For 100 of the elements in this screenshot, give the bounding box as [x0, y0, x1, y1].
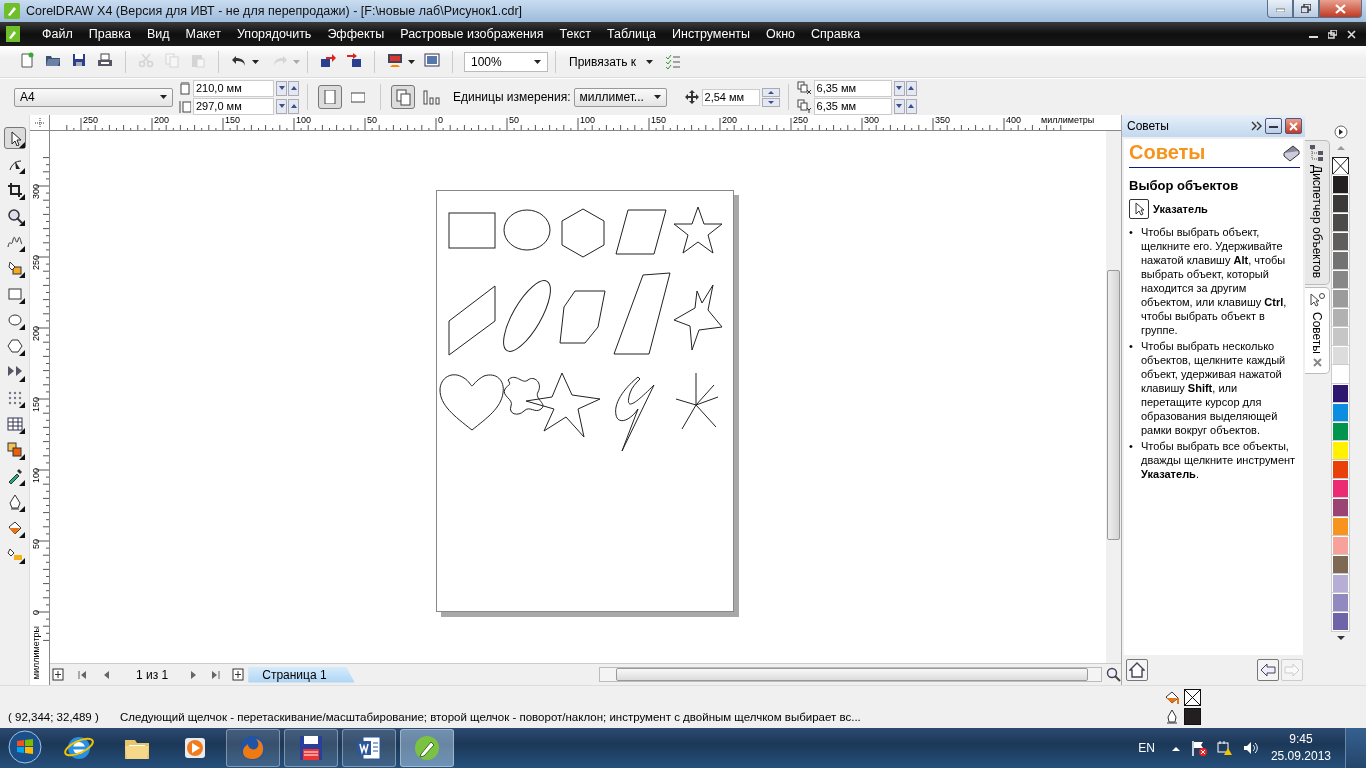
menu-item[interactable]: Инструменты — [664, 27, 758, 41]
page-counter: 1 из 1 — [136, 667, 169, 682]
network-warning-icon[interactable] — [1216, 740, 1233, 756]
show-desktop-button[interactable] — [1345, 728, 1366, 768]
outline-color-swatch-icon[interactable] — [1184, 708, 1201, 725]
menu-item[interactable]: Макет — [177, 27, 229, 41]
duplicate-x-icon — [796, 81, 812, 95]
landscape-page-icon — [351, 91, 365, 103]
clock[interactable]: 9:45 25.09.2013 — [1270, 731, 1331, 765]
ruler-origin[interactable] — [30, 115, 50, 131]
docker-tab[interactable]: Диспетчер объектов — [1305, 140, 1330, 286]
menu-item[interactable]: Файл — [34, 27, 81, 41]
picture-frame-icon[interactable] — [424, 52, 440, 68]
taskbar-button[interactable] — [342, 729, 396, 767]
gradient-fill-icon — [6, 546, 23, 562]
show-hidden-icons-icon[interactable] — [1170, 744, 1181, 752]
language-indicator[interactable]: EN — [1138, 741, 1155, 755]
window-title: CorelDRAW X4 (Версия для ИВТ - не для перепродажи) - [F:\новые лаб\Рисунок1.cdr] — [26, 4, 524, 18]
app-logo-icon — [4, 3, 20, 19]
first-page-icon[interactable] — [78, 669, 87, 680]
page-tab[interactable]: Страница 1 — [248, 666, 355, 683]
menu-item[interactable]: Текст — [551, 27, 600, 41]
docker-tab[interactable]: Советы — [1305, 287, 1330, 375]
menu-item[interactable]: Растровые изображения — [392, 27, 552, 41]
height-field[interactable]: 297,0 мм — [193, 97, 274, 115]
snap-to-button[interactable]: Привязать к — [567, 54, 655, 69]
duplicate-y-field[interactable]: 6,35 мм — [813, 97, 892, 115]
zoom-icon[interactable] — [1106, 667, 1121, 682]
menu-item[interactable]: Эффекты — [319, 27, 393, 41]
home-icon — [1129, 662, 1145, 678]
spin-down-icon — [277, 102, 286, 110]
minimize-button[interactable] — [1265, 118, 1282, 134]
units-dropdown[interactable]: миллимет... — [573, 87, 667, 107]
options-checklist-icon[interactable] — [665, 53, 681, 70]
book-icon[interactable] — [1282, 143, 1300, 162]
stacked-pages-icon — [395, 88, 411, 106]
back-button[interactable] — [1257, 659, 1279, 681]
taskbar-button[interactable] — [284, 729, 338, 767]
home-button[interactable] — [1126, 659, 1148, 681]
spinner-control[interactable] — [893, 80, 917, 96]
volume-icon[interactable] — [1242, 740, 1259, 756]
import-icon[interactable] — [320, 52, 336, 68]
vertical-scrollbar[interactable] — [1106, 131, 1121, 663]
menu-item[interactable]: Правка — [80, 27, 139, 41]
ruler-label: 200 — [31, 326, 41, 342]
document-logo-icon — [6, 26, 20, 42]
add-page-icon[interactable] — [232, 668, 245, 681]
new-document-icon[interactable] — [19, 52, 35, 68]
section-heading: Выбор объектов — [1129, 178, 1240, 193]
export-icon[interactable] — [346, 52, 362, 68]
next-page-icon[interactable] — [190, 669, 198, 680]
menu-item[interactable]: Упорядочить — [229, 27, 320, 41]
width-field[interactable]: 210,0 мм — [193, 79, 274, 97]
menu-item[interactable]: Вид — [138, 27, 178, 41]
monitor-icon[interactable] — [387, 52, 403, 68]
close-button[interactable] — [1319, 0, 1362, 18]
menu-item[interactable]: Справка — [803, 27, 869, 41]
docker-title: Советы — [1127, 119, 1170, 133]
caret-icon — [408, 59, 415, 64]
page-size-dropdown[interactable]: A4 — [14, 87, 173, 107]
spinner-control[interactable] — [893, 98, 917, 114]
spinner-control[interactable] — [276, 80, 299, 96]
previous-page-icon[interactable] — [103, 669, 110, 680]
nudge-field[interactable]: 2,54 мм — [701, 88, 760, 106]
eyedropper-icon — [6, 468, 23, 484]
color-swatch[interactable] — [1332, 612, 1349, 631]
menu-item[interactable]: Таблица — [599, 27, 665, 41]
ruler-label: 250 — [793, 115, 809, 125]
duplicate-x-field[interactable]: 6,35 мм — [813, 79, 892, 97]
zoom-level-dropdown[interactable]: 100% — [464, 51, 548, 72]
tool-button[interactable] — [3, 127, 26, 149]
double-chevron-icon[interactable] — [1251, 121, 1262, 131]
no-fill-swatch-icon[interactable] — [1184, 689, 1201, 706]
action-center-flag-icon[interactable] — [1190, 740, 1207, 756]
spin-down-icon — [895, 102, 903, 110]
start-orb-icon[interactable] — [8, 729, 42, 764]
caret-icon — [293, 59, 300, 64]
restore-icon[interactable] — [1328, 29, 1337, 39]
scroll-down-icon[interactable] — [1335, 635, 1346, 641]
spinner-control[interactable] — [276, 98, 299, 114]
horizontal-scrollbar[interactable] — [599, 667, 1102, 682]
last-page-icon[interactable] — [211, 669, 221, 680]
close-button[interactable] — [1285, 118, 1302, 134]
menu-item[interactable]: Окно — [758, 27, 804, 41]
all-pages-button[interactable] — [391, 85, 415, 109]
caret-icon — [653, 95, 661, 99]
cursor-coordinates: ( 92,344; 32,489 ) — [8, 710, 100, 723]
caret-icon — [646, 59, 653, 64]
print-icon[interactable] — [97, 52, 113, 68]
minimize-icon — [1275, 5, 1285, 12]
no-color-swatch-icon[interactable] — [1332, 157, 1349, 175]
portrait-button[interactable] — [318, 85, 342, 109]
maximize-button[interactable] — [1293, 0, 1319, 18]
tool-name: Указатель — [1153, 203, 1208, 215]
smart-fill-icon — [6, 260, 23, 276]
spinner-control[interactable] — [761, 87, 780, 107]
ruler-label: 150 — [225, 115, 241, 125]
ruler-label: 250 — [83, 115, 99, 125]
save-icon[interactable] — [71, 52, 87, 68]
add-page-icon[interactable] — [52, 668, 64, 681]
